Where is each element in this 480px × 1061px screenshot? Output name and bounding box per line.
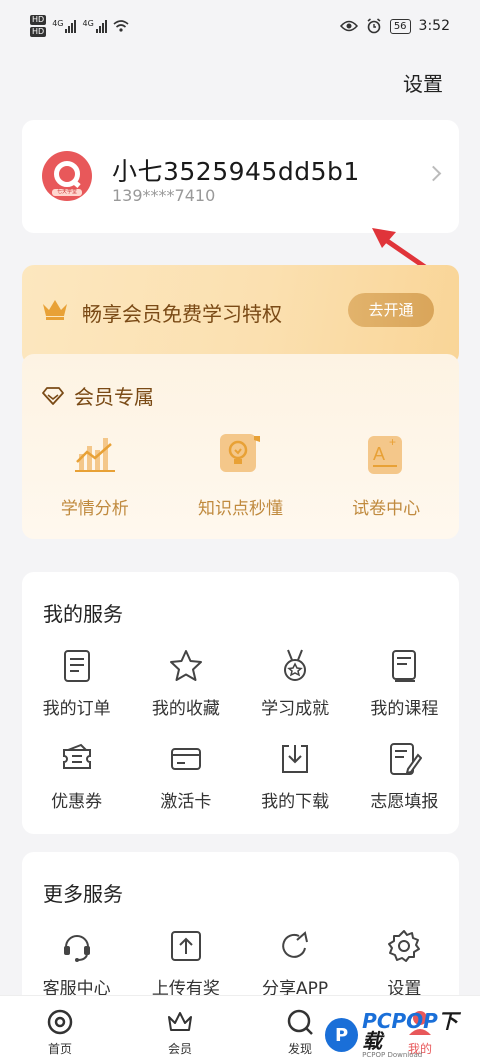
service-activation-card[interactable]: 激活卡 — [131, 741, 240, 812]
home-logo-icon — [47, 1009, 73, 1035]
card-icon — [170, 748, 201, 770]
download-icon — [282, 745, 309, 773]
vip-exclusive-section: 会员专属 学情分析 知识点秒懂 A + 试卷中心 — [22, 354, 459, 539]
service-my-orders[interactable]: 我的订单 — [22, 648, 131, 719]
battery-indicator: 56 — [389, 18, 411, 34]
watermark: P PCPOP下载 PCPOP Download — [325, 1010, 475, 1060]
service-upload-reward[interactable]: 上传有奖 — [131, 928, 240, 999]
order-icon — [63, 650, 90, 682]
phone-number: 139****7410 — [112, 186, 216, 205]
svg-text:A: A — [373, 444, 385, 464]
username: 小七3525945dd5b1 — [112, 157, 360, 186]
chevron-right-icon — [425, 165, 442, 182]
lightbulb-icon — [220, 434, 261, 472]
service-coupons[interactable]: 优惠券 — [22, 741, 131, 812]
service-my-downloads[interactable]: 我的下载 — [241, 741, 350, 812]
hd-indicator: HD HD — [30, 15, 47, 37]
section-title: 我的服务 — [43, 602, 123, 626]
coupon-icon — [62, 743, 91, 769]
status-bar: HD HD 4G 4G 56 3:52 — [0, 0, 480, 52]
my-services-card: 我的服务 我的订单 我的收藏 学习成就 我的课程 优惠券 激活卡 我的下载 志愿… — [22, 572, 459, 834]
service-favorites[interactable]: 我的收藏 — [131, 648, 240, 719]
bar-chart-icon — [74, 438, 115, 472]
medal-icon — [284, 649, 307, 681]
wifi-icon — [113, 20, 129, 32]
signal-icon: 4G — [52, 19, 77, 33]
watermark-logo-icon: P — [325, 1018, 359, 1052]
star-icon — [169, 650, 202, 681]
diamond-icon — [42, 386, 64, 405]
share-icon — [282, 931, 309, 958]
vip-banner: 畅享会员免费学习特权 去开通 — [22, 265, 459, 365]
course-icon — [392, 650, 417, 682]
activate-vip-button[interactable]: 去开通 — [348, 293, 434, 327]
service-achievements[interactable]: 学习成就 — [241, 648, 350, 719]
vip-promo-text: 畅享会员免费学习特权 — [82, 302, 282, 326]
section-title: 更多服务 — [43, 882, 123, 906]
tab-vip[interactable]: 会员 — [120, 996, 240, 1061]
vip-item-knowledge[interactable]: 知识点秒懂 — [168, 432, 314, 519]
service-volunteer-form[interactable]: 志愿填报 — [350, 741, 459, 812]
signal-icon: 4G — [82, 19, 107, 33]
headset-icon — [63, 935, 90, 962]
service-my-courses[interactable]: 我的课程 — [350, 648, 459, 719]
svg-text:+: + — [389, 435, 396, 449]
avatar: 七天学堂 — [42, 151, 92, 201]
eye-icon — [339, 20, 358, 32]
profile-card[interactable]: 七天学堂 小七3525945dd5b1 139****7410 — [22, 120, 459, 233]
vip-item-analysis[interactable]: 学情分析 — [22, 432, 168, 519]
alarm-icon — [367, 18, 381, 34]
section-title: 会员专属 — [74, 385, 154, 409]
form-edit-icon — [390, 743, 423, 775]
tab-home[interactable]: 首页 — [0, 996, 120, 1061]
service-share-app[interactable]: 分享APP — [241, 928, 350, 999]
settings-link[interactable]: 设置 — [403, 68, 443, 97]
gear-icon — [388, 930, 421, 962]
service-customer-center[interactable]: 客服中心 — [22, 928, 131, 999]
crown-icon — [43, 300, 67, 320]
discover-icon — [287, 1009, 313, 1035]
exam-paper-icon: A + — [368, 435, 403, 474]
crown-icon — [168, 1012, 192, 1031]
service-settings[interactable]: 设置 — [350, 928, 459, 999]
clock: 3:52 — [418, 18, 450, 34]
vip-item-exam-center[interactable]: A + 试卷中心 — [313, 432, 459, 519]
upload-icon — [170, 931, 201, 961]
